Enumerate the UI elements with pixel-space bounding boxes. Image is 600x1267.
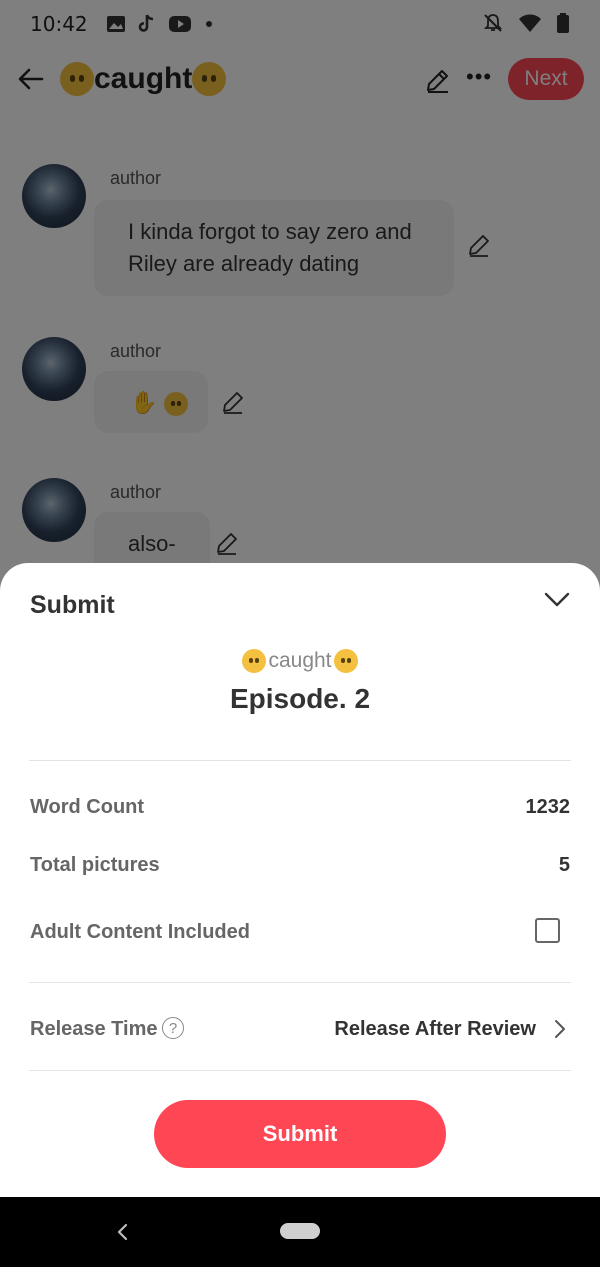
nav-home-button[interactable] [280,1223,320,1239]
word-count-label: Word Count [30,796,145,818]
submit-button[interactable]: Submit [154,1100,446,1168]
release-time-label: Release Time [30,1018,158,1040]
divider [29,760,571,761]
submit-sheet: Submit caught Episode. 2 Word Count 1232… [0,563,600,1197]
help-icon[interactable]: ? [162,1017,184,1039]
chevron-down-icon[interactable] [542,587,572,611]
total-pictures-value: 5 [558,854,570,876]
adult-content-checkbox[interactable] [535,918,560,943]
episode-title: Episode. 2 [229,683,371,714]
story-name: caught [0,649,600,673]
story-name-text: caught [268,649,332,672]
release-time-value[interactable]: Release After Review [334,1018,536,1041]
face-without-mouth-emoji-icon [333,649,358,673]
divider [29,1070,571,1071]
nav-back-icon[interactable] [114,1221,130,1243]
chevron-right-icon[interactable] [552,1019,568,1039]
adult-content-label: Adult Content Included [30,921,250,943]
sheet-title: Submit [30,591,115,619]
divider [29,982,571,983]
word-count-value: 1232 [525,796,571,818]
total-pictures-label: Total pictures [30,854,160,876]
system-navigation-bar [0,1197,600,1267]
face-without-mouth-emoji-icon [242,649,267,673]
